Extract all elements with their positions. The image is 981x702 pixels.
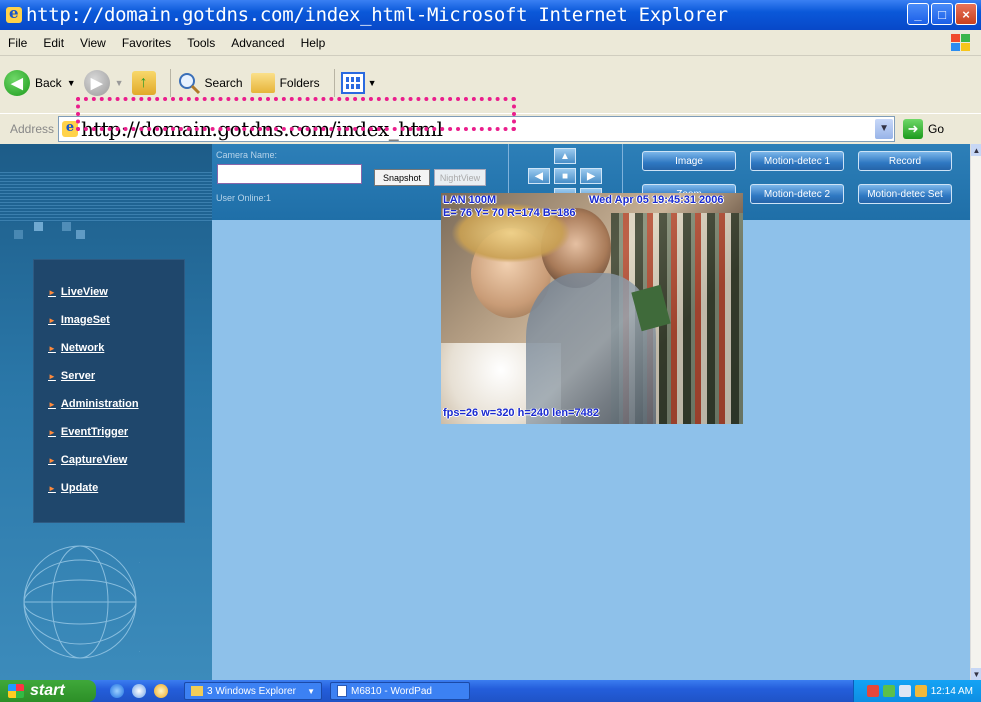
maximize-button[interactable]: □ [931, 3, 953, 25]
motion-detect-1-button[interactable]: Motion-detec 1 [750, 151, 844, 171]
globe-graphic [23, 545, 140, 659]
title-bar: http://domain.gotdns.com/index_html-Micr… [0, 0, 981, 30]
views-icon [340, 72, 365, 94]
menu-advanced[interactable]: Advanced [223, 36, 292, 50]
ie-icon [6, 4, 22, 23]
search-button[interactable]: Search [177, 71, 243, 95]
nav-item-liveview[interactable]: ► LiveView [48, 286, 108, 298]
nav-menu: ► LiveView ► ImageSet ► Network ► Server ► Ad… [33, 259, 185, 523]
search-label: Search [204, 76, 243, 90]
camera-name-input[interactable] [217, 164, 362, 184]
taskbar: start 3 Windows Explorer ▼ M6810 - WordP… [0, 680, 981, 702]
nightview-button[interactable]: NightView [434, 169, 486, 186]
sidebar: ► LiveView ► ImageSet ► Network ► Server ► Ad… [0, 144, 212, 680]
up-folder-button[interactable]: ↑ [131, 71, 156, 95]
menu-tools[interactable]: Tools [179, 36, 223, 50]
windows-flag-icon [8, 684, 24, 698]
ptz-home-button[interactable]: ■ [554, 168, 576, 184]
overlay-network: LAN 100M [443, 194, 497, 206]
address-label: Address [10, 121, 55, 136]
motion-detect-2-button[interactable]: Motion-detec 2 [750, 184, 844, 204]
ie-quicklaunch-icon[interactable] [110, 684, 124, 698]
menu-view[interactable]: View [72, 36, 114, 50]
windows-logo-icon [951, 34, 971, 52]
snapshot-button[interactable]: Snapshot [374, 169, 430, 186]
ptz-left-button[interactable]: ◀ [528, 168, 550, 184]
scroll-down-button[interactable]: ▼ [971, 668, 981, 680]
tray-icon-3[interactable] [898, 685, 911, 697]
back-button[interactable]: ◀ Back ▼ [4, 70, 76, 96]
go-arrow-icon: ➜ [903, 118, 924, 139]
nav-item-network[interactable]: ► Network [48, 342, 104, 354]
menu-bar: File Edit View Favorites Tools Advanced … [0, 30, 981, 56]
menu-file[interactable]: File [0, 36, 35, 50]
close-button[interactable]: × [955, 3, 977, 25]
start-label: start [30, 682, 65, 699]
nav-item-imageset[interactable]: ► ImageSet [48, 314, 110, 326]
menu-favorites[interactable]: Favorites [114, 36, 179, 50]
ptz-up-button[interactable]: ▲ [554, 148, 576, 164]
taskbar-item-wordpad[interactable]: M6810 - WordPad [330, 682, 470, 700]
menu-help[interactable]: Help [293, 36, 334, 50]
go-label: Go [928, 121, 945, 136]
image-button[interactable]: Image [642, 151, 736, 171]
address-dropdown-button[interactable]: ▼ [875, 118, 894, 139]
overlay-stream-info: fps=26 w=320 h=240 len=7482 [443, 407, 599, 419]
taskbar-item-windows-explorer[interactable]: 3 Windows Explorer ▼ [184, 682, 322, 700]
folders-button[interactable]: Folders [250, 73, 320, 93]
nav-item-update[interactable]: ► Update [48, 482, 98, 494]
tray-icon-4[interactable] [914, 685, 927, 697]
back-arrow-icon: ◀ [4, 70, 30, 96]
nav-item-administration[interactable]: ► Administration [48, 398, 139, 410]
nav-item-eventtrigger[interactable]: ► EventTrigger [48, 426, 128, 438]
overlay-datetime: Wed Apr 05 19:45:31 2006 [589, 194, 724, 206]
scroll-up-button[interactable]: ▲ [971, 144, 981, 156]
vertical-scrollbar[interactable]: ▲ ▼ [970, 144, 981, 680]
wordpad-icon [337, 685, 347, 697]
start-button[interactable]: start [0, 680, 96, 702]
system-tray: 12:14 AM [853, 680, 981, 702]
record-button[interactable]: Record [858, 151, 952, 171]
menu-edit[interactable]: Edit [35, 36, 72, 50]
up-folder-icon: ↑ [131, 71, 156, 95]
forward-arrow-icon: ▶ [83, 70, 110, 96]
tray-icon-1[interactable] [866, 685, 879, 697]
user-online-text: User Online:1 [216, 193, 272, 203]
window-title: http://domain.gotdns.com/index_html-Micr… [26, 4, 728, 26]
overlay-stats: E= 76 Y= 70 R=174 B=186 [443, 207, 576, 219]
chevron-down-icon: ▼ [307, 686, 315, 696]
folders-label: Folders [279, 76, 320, 90]
folder-icon [250, 73, 275, 93]
minimize-button[interactable]: _ [907, 3, 929, 25]
folder-icon [191, 686, 203, 696]
ptz-right-button[interactable]: ▶ [580, 168, 602, 184]
camera-name-label: Camera Name: [216, 150, 278, 160]
views-button[interactable]: ▼ [340, 72, 377, 94]
nav-item-server[interactable]: ► Server [48, 370, 95, 382]
url-highlight-annotation [76, 97, 516, 131]
chevron-down-icon: ▼ [114, 78, 124, 88]
go-button[interactable]: ➜ Go [903, 118, 945, 139]
nav-item-captureview[interactable]: ► CaptureView [48, 454, 127, 466]
clock: 12:14 AM [930, 685, 973, 697]
camera-live-view: LAN 100M Wed Apr 05 19:45:31 2006 E= 76 … [441, 193, 743, 424]
ie-quicklaunch-icon-2[interactable] [132, 684, 146, 698]
motion-detect-set-button[interactable]: Motion-detec Set [858, 184, 952, 204]
search-icon [178, 73, 200, 95]
chevron-down-icon: ▼ [66, 78, 76, 88]
forward-button[interactable]: ▶ ▼ [83, 70, 124, 96]
tray-icon-2[interactable] [882, 685, 895, 697]
chevron-down-icon: ▼ [367, 78, 377, 88]
back-label: Back [35, 76, 62, 90]
media-quicklaunch-icon[interactable] [154, 684, 168, 698]
